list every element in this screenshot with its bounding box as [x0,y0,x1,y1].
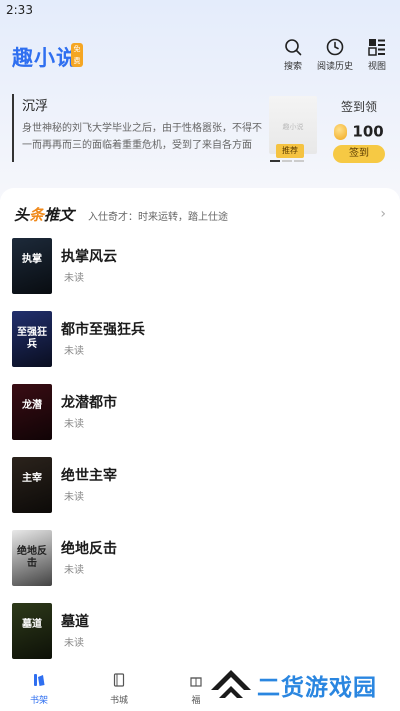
search-label: 搜索 [283,62,302,72]
site-watermark: 二货游戏园 [205,660,400,711]
section-title-accent: 条 [29,206,45,224]
section-subtitle: 入仕奇才：时来运转，踏上仕途 [88,212,228,223]
book-cover-title: 执掌 [22,254,42,265]
banner-description: 身世神秘的刘飞大学毕业之后，由于性格嚣张，不得不一而再再而三的面临着重重危机，受… [22,123,262,151]
book-title: 绝世主宰 [61,468,117,484]
recommend-badge: 推荐 [276,144,304,158]
signin-widget: 签到领 100 签到 [330,98,388,163]
chevron-right-icon: › [380,206,386,222]
book-list-card: 头条推文 入仕奇才：时来运转，踏上仕途 › 执掌 执掌风云 未读 至强狂兵 都市至强狂兵… [0,188,400,668]
app-logo: 趣小说 [12,46,78,70]
banner-pagination [270,160,306,163]
book-cover[interactable]: 主宰 [12,457,52,513]
nav-item-bookshelf[interactable]: 书架 [19,672,59,706]
section-title-part2: 推文 [44,206,75,224]
book-list-item[interactable]: 至强狂兵 都市至强狂兵未读 [12,311,392,367]
book-cover[interactable]: 执掌 [12,238,52,294]
book-title: 墓道 [61,614,89,630]
coin-icon [334,123,348,140]
book-list-item[interactable]: 主宰 绝世主宰未读 [12,457,392,513]
pagination-dot [282,160,292,162]
book-cover[interactable]: 龙潜 [12,384,52,440]
book-cover-title: 墓道 [22,619,42,630]
signin-title: 签到领 [340,100,377,114]
book-title: 绝地反击 [61,541,117,557]
logo-free-tag: 免费 [71,43,83,67]
book-read-status: 未读 [64,346,84,357]
book-list-item[interactable]: 执掌 执掌风云未读 [12,238,392,294]
book-list-item[interactable]: 绝地反击 绝地反击未读 [12,530,392,586]
app-header: 趣小说 免费 搜索 阅读历史 视图 [0,36,400,76]
signin-button[interactable]: 签到 [333,145,385,163]
book-read-status: 未读 [64,419,84,430]
coin-reward: 100 [330,121,388,141]
book-list-item[interactable]: 龙潜 龙潜都市未读 [12,384,392,440]
cover-placeholder-text: 趣小说 [282,123,304,131]
book-cover[interactable]: 绝地反击 [12,530,52,586]
nav-item-bookstore[interactable]: 书城 [99,672,139,706]
book-title: 执掌风云 [61,249,117,265]
headline-section-header[interactable]: 头条推文 入仕奇才：时来运转，踏上仕途 › [14,204,386,224]
book-read-status: 未读 [64,273,84,284]
clock-icon [326,38,344,56]
book-cover[interactable]: 至强狂兵 [12,311,52,367]
status-bar: 2:33 [0,0,400,22]
book-read-status: 未读 [64,492,84,503]
view-mode-label: 视图 [367,62,386,72]
status-time: 2:33 [6,3,33,17]
book-cover-title: 主宰 [22,473,42,484]
book-cover-title: 绝地反击 [17,546,47,569]
reading-history-button[interactable]: 阅读历史 [315,38,355,76]
book-read-status: 未读 [64,638,84,649]
search-icon [285,39,302,56]
search-button[interactable]: 搜索 [273,38,313,76]
book-icon [113,673,125,687]
nav-label-bookstore: 书城 [109,696,128,706]
gift-icon [190,677,202,687]
watermark-logo-icon [211,670,251,698]
grid-view-icon [368,39,385,56]
bookshelf-icon [34,674,45,686]
section-title: 头条推文 [14,206,74,224]
nav-label-bookshelf: 书架 [29,696,48,706]
book-list-item[interactable]: 墓道 墓道未读 [12,603,392,659]
book-read-status: 未读 [64,565,84,576]
view-mode-button[interactable]: 视图 [357,38,397,76]
pagination-dot [294,160,304,162]
book-title: 龙潜都市 [61,395,117,411]
banner-book-title: 沉浮 [22,99,49,114]
book-cover-title: 至强狂兵 [17,327,47,350]
coin-amount: 100 [352,122,384,141]
book-title: 都市至强狂兵 [61,322,145,338]
book-cover-title: 龙潜 [22,400,42,411]
banner-accent-bar [12,94,14,162]
reading-history-label: 阅读历史 [316,62,353,72]
watermark-text: 二货游戏园 [257,675,377,701]
section-title-part1: 头 [14,206,30,224]
pagination-dot-active [270,160,280,162]
book-cover[interactable]: 墓道 [12,603,52,659]
